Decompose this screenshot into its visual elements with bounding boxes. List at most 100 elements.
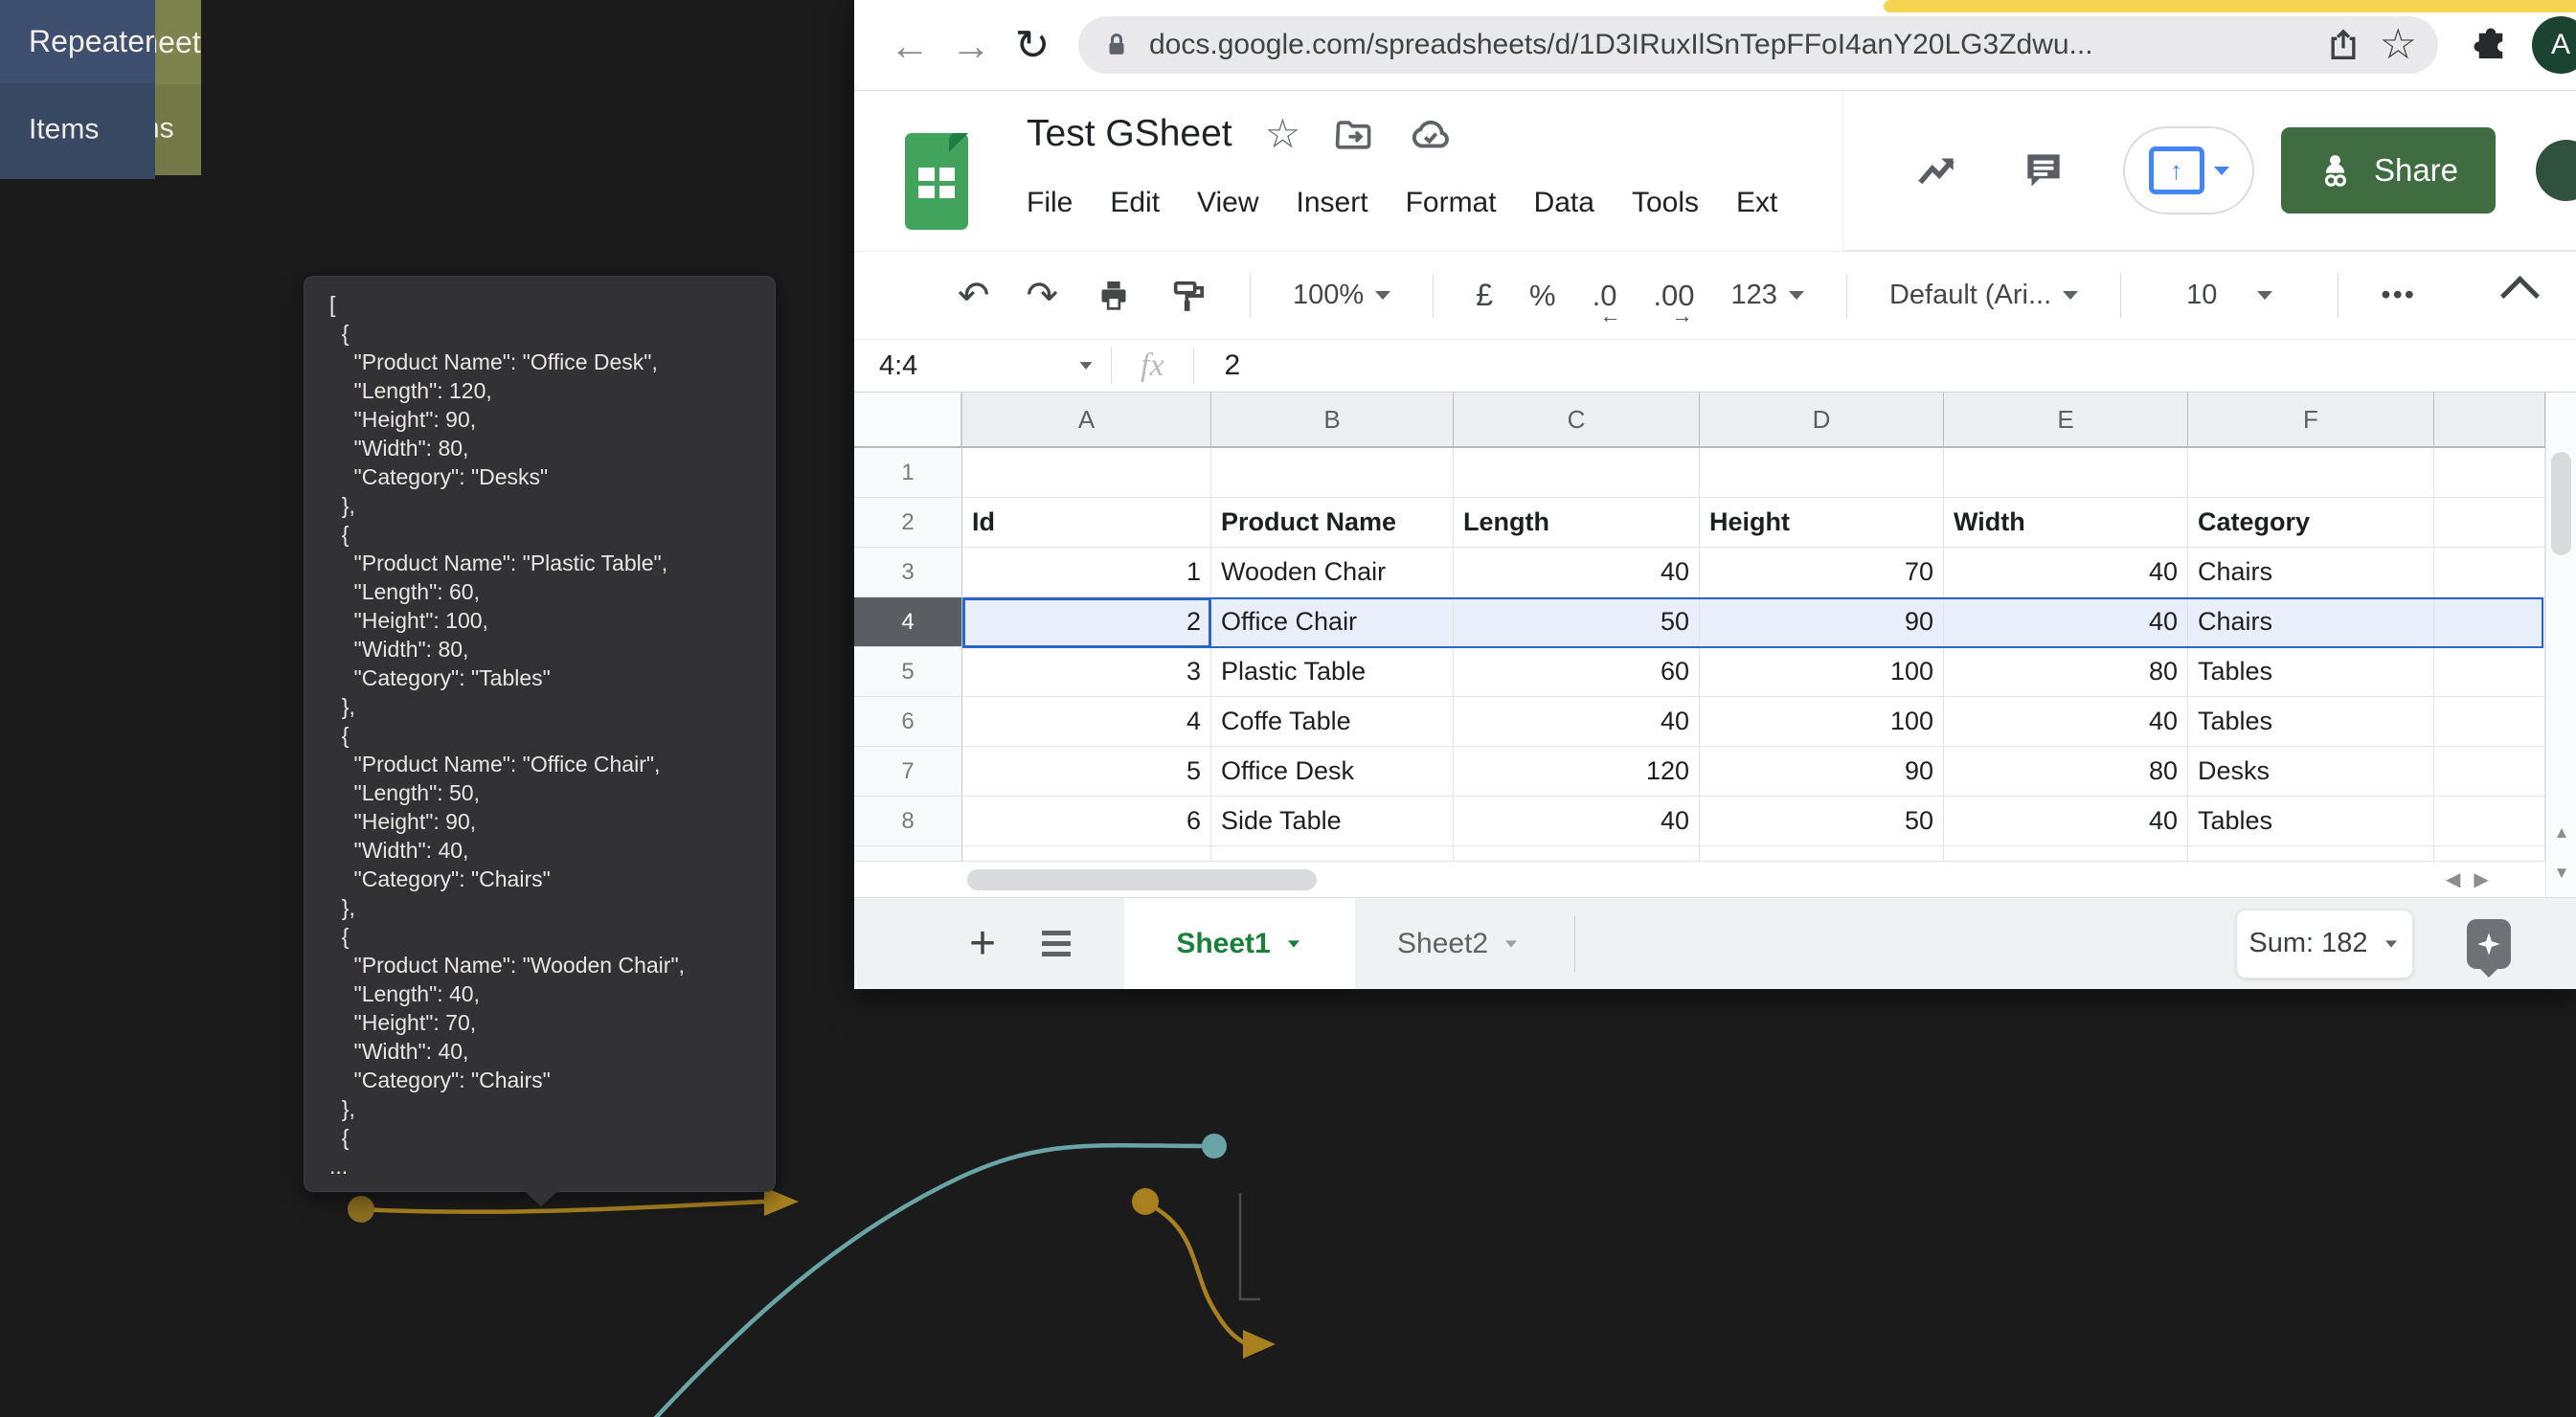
cell-A5[interactable]: 3 (962, 647, 1211, 697)
scroll-right-icon[interactable]: ▶ (2474, 867, 2488, 891)
cell-G1[interactable] (2434, 448, 2545, 498)
browser-avatar[interactable]: A (2532, 16, 2576, 74)
print-icon[interactable] (1095, 277, 1133, 315)
cell-C4[interactable]: 50 (1454, 597, 1700, 647)
scroll-down-icon[interactable]: ▼ (2546, 853, 2576, 893)
cell-B1[interactable] (1211, 448, 1454, 498)
cell-B6[interactable]: Coffe Table (1211, 697, 1454, 747)
menu-tools[interactable]: Tools (1632, 187, 1699, 219)
increase-decimals-button[interactable]: .00 → (1653, 279, 1694, 313)
present-dropdown-caret[interactable] (2214, 167, 2229, 175)
cell-E8[interactable]: 40 (1944, 797, 2188, 846)
cell-B3[interactable]: Wooden Chair (1211, 548, 1454, 597)
column-header-C[interactable]: C (1454, 393, 1700, 448)
row-header-4[interactable]: 4 (854, 597, 962, 647)
column-header-B[interactable]: B (1211, 393, 1454, 448)
star-document-icon[interactable]: ☆ (1265, 114, 1301, 154)
array-items-output-port[interactable] (1132, 1188, 1159, 1215)
cell-C2[interactable]: Length (1454, 498, 1700, 548)
name-box[interactable]: 4:4 (854, 350, 1111, 382)
share-page-icon[interactable] (2324, 26, 2362, 64)
more-formats-button[interactable]: 123 (1731, 280, 1804, 311)
row-header-7[interactable]: 7 (854, 747, 962, 797)
cell-A6[interactable]: 4 (962, 697, 1211, 747)
cell-G2[interactable] (2434, 498, 2545, 548)
scroll-left-icon[interactable]: ◀ (2446, 867, 2460, 891)
cell-D3[interactable]: 70 (1700, 548, 1944, 597)
sum-status-button[interactable]: Sum: 182 (2236, 910, 2413, 978)
cell-A8[interactable]: 6 (962, 797, 1211, 846)
cell-C6[interactable]: 40 (1454, 697, 1700, 747)
add-sheet-button[interactable]: + (969, 921, 996, 967)
column-header-D[interactable]: D (1700, 393, 1944, 448)
cell-E2[interactable]: Width (1944, 498, 2188, 548)
tab-sheet1[interactable]: Sheet1 (1124, 898, 1355, 990)
select-all-corner[interactable] (854, 393, 962, 448)
tab-sheet2[interactable]: Sheet2 (1397, 898, 1521, 990)
cell-D7[interactable]: 90 (1700, 747, 1944, 797)
group-click-port[interactable] (1202, 1134, 1227, 1158)
cell-F3[interactable]: Chairs (2188, 548, 2434, 597)
zoom-select[interactable]: 100% (1293, 280, 1390, 311)
cell-E5[interactable]: 80 (1944, 647, 2188, 697)
cell-D2[interactable]: Height (1700, 498, 1944, 548)
row-header-5[interactable]: 5 (854, 647, 962, 697)
column-header-E[interactable]: E (1944, 393, 2188, 448)
move-to-folder-icon[interactable] (1333, 113, 1375, 155)
cell-E1[interactable] (1944, 448, 2188, 498)
vertical-scrollbar-thumb[interactable] (2551, 452, 2571, 555)
cell-F2[interactable]: Category (2188, 498, 2434, 548)
row-header-6[interactable]: 6 (854, 697, 962, 747)
cell-D8[interactable]: 50 (1700, 797, 1944, 846)
more-toolbar-options-button[interactable]: ••• (2381, 280, 2415, 311)
back-button[interactable]: ← (879, 0, 940, 91)
column-header-partial[interactable] (2434, 393, 2545, 448)
cell-E7[interactable]: 80 (1944, 747, 2188, 797)
row-header-8[interactable]: 8 (854, 797, 962, 846)
column-header-F[interactable]: F (2188, 393, 2434, 448)
query-sheet-items-output-port[interactable] (348, 1196, 374, 1223)
cell-A4[interactable]: 2 (962, 597, 1211, 647)
paint-format-icon[interactable] (1169, 277, 1208, 315)
tab-sheet2-caret[interactable] (1505, 940, 1517, 947)
cell-G6[interactable] (2434, 697, 2545, 747)
decrease-decimals-button[interactable]: .0 ← (1593, 279, 1617, 313)
document-title[interactable]: Test GSheet (1027, 113, 1232, 155)
cell-C3[interactable]: 40 (1454, 548, 1700, 597)
menu-edit[interactable]: Edit (1110, 187, 1160, 219)
formula-input[interactable]: 2 (1225, 349, 1241, 382)
format-currency-button[interactable]: £ (1476, 278, 1493, 313)
cell-E6[interactable]: 40 (1944, 697, 2188, 747)
history-trend-icon[interactable] (1912, 146, 1960, 194)
vertical-scrollbar[interactable]: ▲ ▼ (2545, 393, 2576, 897)
menu-insert[interactable]: Insert (1297, 187, 1368, 219)
account-avatar-sliver[interactable] (2536, 140, 2576, 201)
cell-A3[interactable]: 1 (962, 548, 1211, 597)
present-button[interactable]: ↑ (2123, 126, 2254, 214)
cell-F7[interactable]: Desks (2188, 747, 2434, 797)
bookmark-star-icon[interactable]: ☆ (2380, 24, 2417, 66)
tab-sheet1-caret[interactable] (1288, 940, 1299, 947)
cell-F8[interactable]: Tables (2188, 797, 2434, 846)
cell-F6[interactable]: Tables (2188, 697, 2434, 747)
menu-extensions[interactable]: Ext (1736, 187, 1777, 219)
format-percent-button[interactable]: % (1529, 279, 1556, 313)
cell-D4[interactable]: 90 (1700, 597, 1944, 647)
comments-icon[interactable] (2020, 146, 2068, 194)
row-header-3[interactable]: 3 (854, 548, 962, 597)
cell-B4[interactable]: Office Chair (1211, 597, 1454, 647)
spreadsheet-grid[interactable]: ABCDEF12IdProduct NameLengthHeightWidthC… (854, 393, 2545, 897)
cell-G4[interactable] (2434, 597, 2545, 647)
cloud-saved-icon[interactable] (1408, 112, 1452, 156)
horizontal-scroll-arrows[interactable]: ◀ ▶ (2446, 867, 2489, 891)
cell-D1[interactable] (1700, 448, 1944, 498)
cell-G7[interactable] (2434, 747, 2545, 797)
cell-C8[interactable]: 40 (1454, 797, 1700, 846)
cell-A7[interactable]: 5 (962, 747, 1211, 797)
extensions-puzzle-icon[interactable] (2471, 25, 2511, 65)
menu-data[interactable]: Data (1534, 187, 1594, 219)
cell-B5[interactable]: Plastic Table (1211, 647, 1454, 697)
collapse-toolbar-chevron-icon[interactable] (2500, 276, 2540, 315)
cell-A2[interactable]: Id (962, 498, 1211, 548)
cell-B2[interactable]: Product Name (1211, 498, 1454, 548)
